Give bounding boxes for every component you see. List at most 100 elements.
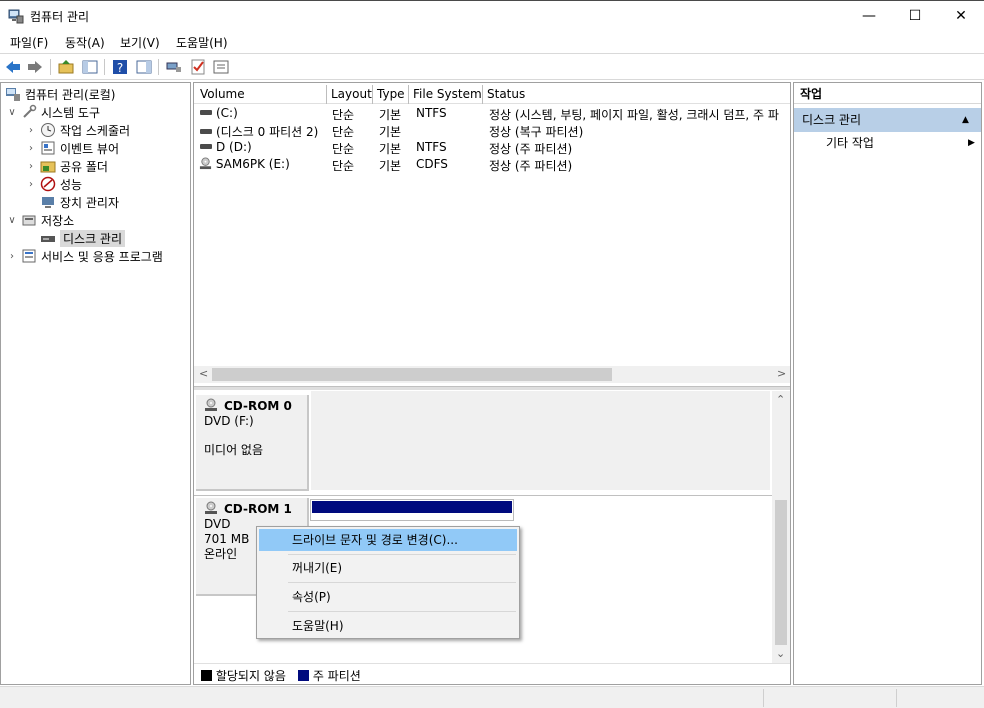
disk-label-cdrom0[interactable]: CD-ROM 0 DVD (F:) 미디어 없음 — [196, 395, 309, 491]
scrollbar-thumb[interactable] — [775, 500, 787, 645]
submenu-arrow-icon: ▶ — [968, 138, 975, 148]
tree-node-performance[interactable]: › 성능 — [26, 175, 82, 193]
volume-row[interactable]: (디스크 0 파티션 2) 단순 기본 정상 (복구 파티션) — [194, 122, 790, 139]
tree-label: 장치 관리자 — [60, 195, 120, 210]
tree-node-root[interactable]: 컴퓨터 관리(로컬) — [5, 85, 115, 103]
help-icon[interactable]: ? — [111, 58, 129, 76]
show-hide-action-icon[interactable] — [135, 58, 153, 76]
tree-node-task-scheduler[interactable]: › 작업 스케줄러 — [26, 121, 130, 139]
tree-node-system-tools[interactable]: ∨ 시스템 도구 — [7, 103, 100, 121]
clock-icon — [41, 123, 55, 137]
drive-icon — [200, 129, 212, 134]
tree-label: 저장소 — [41, 213, 75, 228]
check-icon[interactable] — [189, 58, 207, 76]
menu-item-properties[interactable]: 속성(P) — [259, 586, 517, 608]
column-header-volume[interactable]: Volume — [196, 85, 327, 104]
tree-node-event-viewer[interactable]: › 이벤트 뷰어 — [26, 139, 119, 157]
divider — [194, 495, 772, 496]
scroll-down-icon[interactable]: ⌄ — [776, 647, 785, 660]
actions-more-tasks[interactable]: 기타 작업 ▶ — [794, 133, 981, 153]
disk-area-cdrom0 — [311, 391, 770, 490]
maximize-icon: ☐ — [908, 8, 922, 24]
tree-node-disk-management[interactable]: 디스크 관리 — [40, 229, 126, 247]
vertical-scrollbar[interactable]: ⌃ ⌄ — [772, 391, 790, 663]
collapse-up-icon[interactable]: ▲ — [962, 108, 969, 132]
maximize-button[interactable]: ☐ — [892, 2, 938, 30]
disk-management-icon — [41, 236, 55, 242]
menu-help[interactable]: 도움말(H) — [176, 34, 228, 51]
legend: 할당되지 않음 주 파티션 — [194, 663, 790, 683]
forward-arrow-icon[interactable] — [26, 58, 44, 76]
menu-item-change-drive-letter[interactable]: 드라이브 문자 및 경로 변경(C)... — [259, 529, 517, 551]
tree-node-shared-folders[interactable]: › 공유 폴더 — [26, 157, 108, 175]
column-header-status[interactable]: Status — [483, 85, 790, 104]
svg-text:?: ? — [117, 61, 123, 75]
minimize-icon: — — [862, 8, 876, 24]
event-viewer-icon — [41, 141, 55, 155]
services-icon — [22, 249, 36, 263]
shared-folder-icon — [40, 161, 56, 173]
scroll-up-icon[interactable]: ⌃ — [776, 393, 785, 406]
tree-label: 작업 스케줄러 — [60, 123, 131, 138]
chevron-right-icon[interactable]: › — [26, 143, 36, 154]
status-bar — [0, 686, 984, 708]
up-folder-icon[interactable] — [57, 58, 75, 76]
actions-section-disk-management[interactable]: 디스크 관리 ▲ — [794, 108, 981, 132]
connect-icon[interactable] — [165, 58, 183, 76]
performance-icon — [40, 176, 56, 192]
pane-splitter[interactable] — [194, 386, 790, 390]
tree-node-services-apps[interactable]: › 서비스 및 응용 프로그램 — [7, 247, 163, 265]
actions-header: 작업 — [794, 85, 981, 104]
menu-item-help[interactable]: 도움말(H) — [259, 615, 517, 637]
volume-row[interactable]: D (D:) 단순 기본 NTFS 정상 (주 파티션) — [194, 139, 790, 156]
volume-row[interactable]: SAM6PK (E:) 단순 기본 CDFS 정상 (주 파티션) — [194, 156, 790, 173]
close-button[interactable]: ✕ — [938, 2, 984, 30]
column-header-filesystem[interactable]: File System — [409, 85, 483, 104]
storage-icon — [22, 215, 36, 226]
partition-block[interactable] — [310, 499, 514, 521]
menu-item-eject[interactable]: 꺼내기(E) — [259, 557, 517, 579]
minimize-button[interactable]: — — [846, 2, 892, 30]
toolbar: ? — [0, 53, 984, 80]
chevron-right-icon[interactable]: › — [7, 251, 17, 262]
tree-node-device-manager[interactable]: 장치 관리자 — [40, 193, 119, 211]
computer-management-icon — [8, 9, 24, 24]
chevron-down-icon[interactable]: ∨ — [7, 215, 17, 226]
tree-label-selected: 디스크 관리 — [60, 229, 126, 247]
legend-primary: 주 파티션 — [298, 667, 361, 684]
properties-icon[interactable] — [212, 58, 230, 76]
volume-list-header: Volume Layout Type File System Status — [194, 85, 790, 104]
window-title: 컴퓨터 관리 — [30, 10, 90, 24]
menu-bar: 파일(F) 동작(A) 보기(V) 도움말(H) — [0, 30, 984, 52]
chevron-right-icon[interactable]: › — [26, 161, 36, 172]
menu-view[interactable]: 보기(V) — [120, 34, 160, 51]
volume-row[interactable]: (C:) 단순 기본 NTFS 정상 (시스템, 부팅, 페이지 파일, 활성,… — [194, 105, 790, 122]
primary-partition-bar — [312, 501, 512, 513]
show-hide-tree-icon[interactable] — [81, 58, 99, 76]
menu-action[interactable]: 동작(A) — [65, 34, 105, 51]
cd-drive-icon — [199, 157, 212, 169]
computer-management-icon — [6, 88, 20, 101]
chevron-right-icon[interactable]: › — [26, 179, 36, 190]
scroll-right-icon[interactable]: > — [777, 367, 786, 380]
column-header-type[interactable]: Type — [373, 85, 409, 104]
cd-drive-icon — [205, 398, 217, 411]
chevron-right-icon[interactable]: › — [26, 125, 36, 136]
scrollbar-thumb[interactable] — [212, 368, 612, 381]
tree-label: 시스템 도구 — [41, 105, 101, 120]
tree-label: 공유 폴더 — [60, 159, 108, 174]
cd-drive-icon — [205, 501, 217, 514]
back-arrow-icon[interactable] — [4, 58, 22, 76]
tree-node-storage[interactable]: ∨ 저장소 — [7, 211, 74, 229]
tree-label: 서비스 및 응용 프로그램 — [41, 249, 163, 264]
column-header-layout[interactable]: Layout — [327, 85, 373, 104]
actions-pane: 작업 디스크 관리 ▲ 기타 작업 ▶ — [793, 82, 982, 685]
legend-swatch-black — [201, 670, 212, 681]
menu-file[interactable]: 파일(F) — [10, 34, 48, 51]
scroll-left-icon[interactable]: < — [199, 367, 208, 380]
chevron-down-icon[interactable]: ∨ — [7, 107, 17, 118]
horizontal-scrollbar[interactable]: < > — [194, 366, 790, 383]
tree-label: 이벤트 뷰어 — [60, 141, 120, 156]
tools-icon — [23, 104, 37, 118]
legend-unallocated: 할당되지 않음 — [201, 667, 286, 684]
